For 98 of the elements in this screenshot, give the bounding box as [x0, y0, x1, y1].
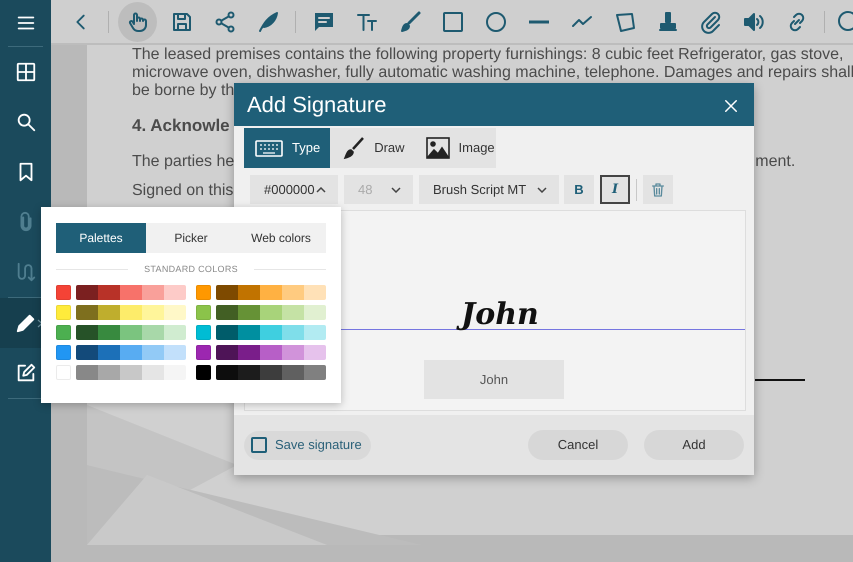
color-swatch[interactable]	[76, 364, 98, 380]
body-text: ment.	[755, 153, 796, 171]
color-swatch[interactable]	[56, 324, 71, 340]
bold-button[interactable]: B	[564, 175, 594, 204]
color-swatch[interactable]	[56, 304, 71, 320]
body-text: The parties he	[132, 153, 234, 171]
color-swatch[interactable]	[164, 364, 186, 380]
signature-tab[interactable]: Type	[244, 128, 330, 168]
color-swatch[interactable]	[164, 284, 186, 300]
color-swatch[interactable]	[304, 324, 326, 340]
color-swatch[interactable]	[76, 284, 98, 300]
color-swatch[interactable]	[304, 364, 326, 380]
circle-icon	[484, 10, 508, 34]
color-swatch[interactable]	[142, 364, 164, 380]
trash-icon	[650, 182, 666, 198]
color-swatch[interactable]	[260, 364, 282, 380]
body-text: Signed on this	[132, 182, 234, 200]
add-button[interactable]: Add	[644, 430, 744, 460]
hand-tool[interactable]	[118, 2, 158, 42]
color-swatch[interactable]	[304, 344, 326, 360]
color-swatch[interactable]	[304, 304, 326, 320]
rectangle-icon	[440, 10, 465, 34]
signature-line	[755, 379, 805, 381]
line-icon	[528, 20, 549, 24]
color-swatch[interactable]	[260, 344, 282, 360]
color-swatch[interactable]	[142, 304, 164, 320]
color-swatch[interactable]	[98, 304, 120, 320]
pencil-icon[interactable]	[14, 312, 36, 334]
color-swatch[interactable]	[282, 304, 304, 320]
color-swatch[interactable]	[238, 284, 260, 300]
color-swatch[interactable]	[142, 324, 164, 340]
body-text: microwave oven, dishwasher, fully automatic washing machine, telephone. Damages and repairs shall	[132, 64, 853, 82]
color-swatch[interactable]	[164, 324, 186, 340]
color-swatch[interactable]	[120, 344, 142, 360]
body-text: The leased premises contains the following property furnishings: 8 cubic feet Refrigerator, gas stove,	[132, 46, 844, 64]
color-swatch[interactable]	[120, 284, 142, 300]
grid-icon[interactable]	[14, 61, 36, 83]
italic-button[interactable]: I	[600, 175, 630, 204]
color-swatch[interactable]	[282, 324, 304, 340]
picker-tab[interactable]: Picker	[146, 223, 236, 253]
body-text: be borne by th	[132, 82, 234, 100]
font-dropdown[interactable]: Brush Script MT	[419, 175, 559, 204]
color-swatch[interactable]	[120, 304, 142, 320]
delete-button[interactable]	[643, 175, 673, 204]
color-swatch[interactable]	[238, 364, 260, 380]
section-heading: 4. Acknowle	[132, 116, 230, 136]
signature-tab[interactable]: Draw	[330, 128, 415, 168]
color-swatch[interactable]	[196, 364, 211, 380]
color-swatch[interactable]	[164, 344, 186, 360]
color-swatch[interactable]	[238, 344, 260, 360]
color-swatch[interactable]	[238, 324, 260, 340]
color-swatch[interactable]	[260, 304, 282, 320]
color-swatch[interactable]	[260, 324, 282, 340]
color-swatch[interactable]	[282, 284, 304, 300]
signature-tab[interactable]: Image	[414, 128, 505, 168]
color-swatch[interactable]	[98, 284, 120, 300]
caret-icon	[316, 186, 326, 192]
color-swatch[interactable]	[260, 284, 282, 300]
signature-preview: John	[453, 293, 547, 337]
color-swatch[interactable]	[196, 304, 211, 320]
color-swatch[interactable]	[76, 304, 98, 320]
color-swatch[interactable]	[196, 324, 211, 340]
color-swatch[interactable]	[120, 324, 142, 340]
color-swatch[interactable]	[56, 344, 71, 360]
picker-tab[interactable]: Palettes	[56, 223, 146, 253]
color-swatch[interactable]	[76, 344, 98, 360]
color-swatch[interactable]	[98, 364, 120, 380]
color-swatch[interactable]	[142, 284, 164, 300]
color-swatch[interactable]	[142, 344, 164, 360]
color-swatch[interactable]	[196, 344, 211, 360]
color-swatch[interactable]	[216, 284, 238, 300]
name-input[interactable]: John	[424, 360, 564, 399]
cancel-button[interactable]: Cancel	[528, 430, 628, 460]
color-swatch[interactable]	[238, 304, 260, 320]
color-swatch[interactable]	[196, 284, 211, 300]
color-swatch[interactable]	[98, 324, 120, 340]
caret-icon	[537, 186, 547, 192]
color-swatch[interactable]	[120, 364, 142, 380]
caret-icon	[391, 186, 401, 192]
section-label: STANDARD COLORS	[144, 263, 238, 276]
color-swatch[interactable]	[216, 304, 238, 320]
color-swatch[interactable]	[98, 344, 120, 360]
color-swatch[interactable]	[76, 324, 98, 340]
color-swatch[interactable]	[216, 344, 238, 360]
color-swatch[interactable]	[216, 364, 238, 380]
paperclip-icon	[698, 10, 723, 34]
image-icon	[424, 136, 451, 160]
dialog-title: Add Signature	[247, 91, 386, 119]
color-swatch[interactable]	[164, 304, 186, 320]
share-icon	[212, 10, 237, 34]
color-swatch[interactable]	[56, 284, 71, 300]
color-swatch[interactable]	[304, 284, 326, 300]
save-signature-checkbox[interactable]: Save signature	[244, 430, 371, 460]
color-swatch[interactable]	[282, 344, 304, 360]
chevron-icon	[37, 319, 43, 328]
color-swatch[interactable]	[282, 364, 304, 380]
color-dropdown[interactable]: #000000	[250, 175, 338, 204]
color-swatch[interactable]	[216, 324, 238, 340]
